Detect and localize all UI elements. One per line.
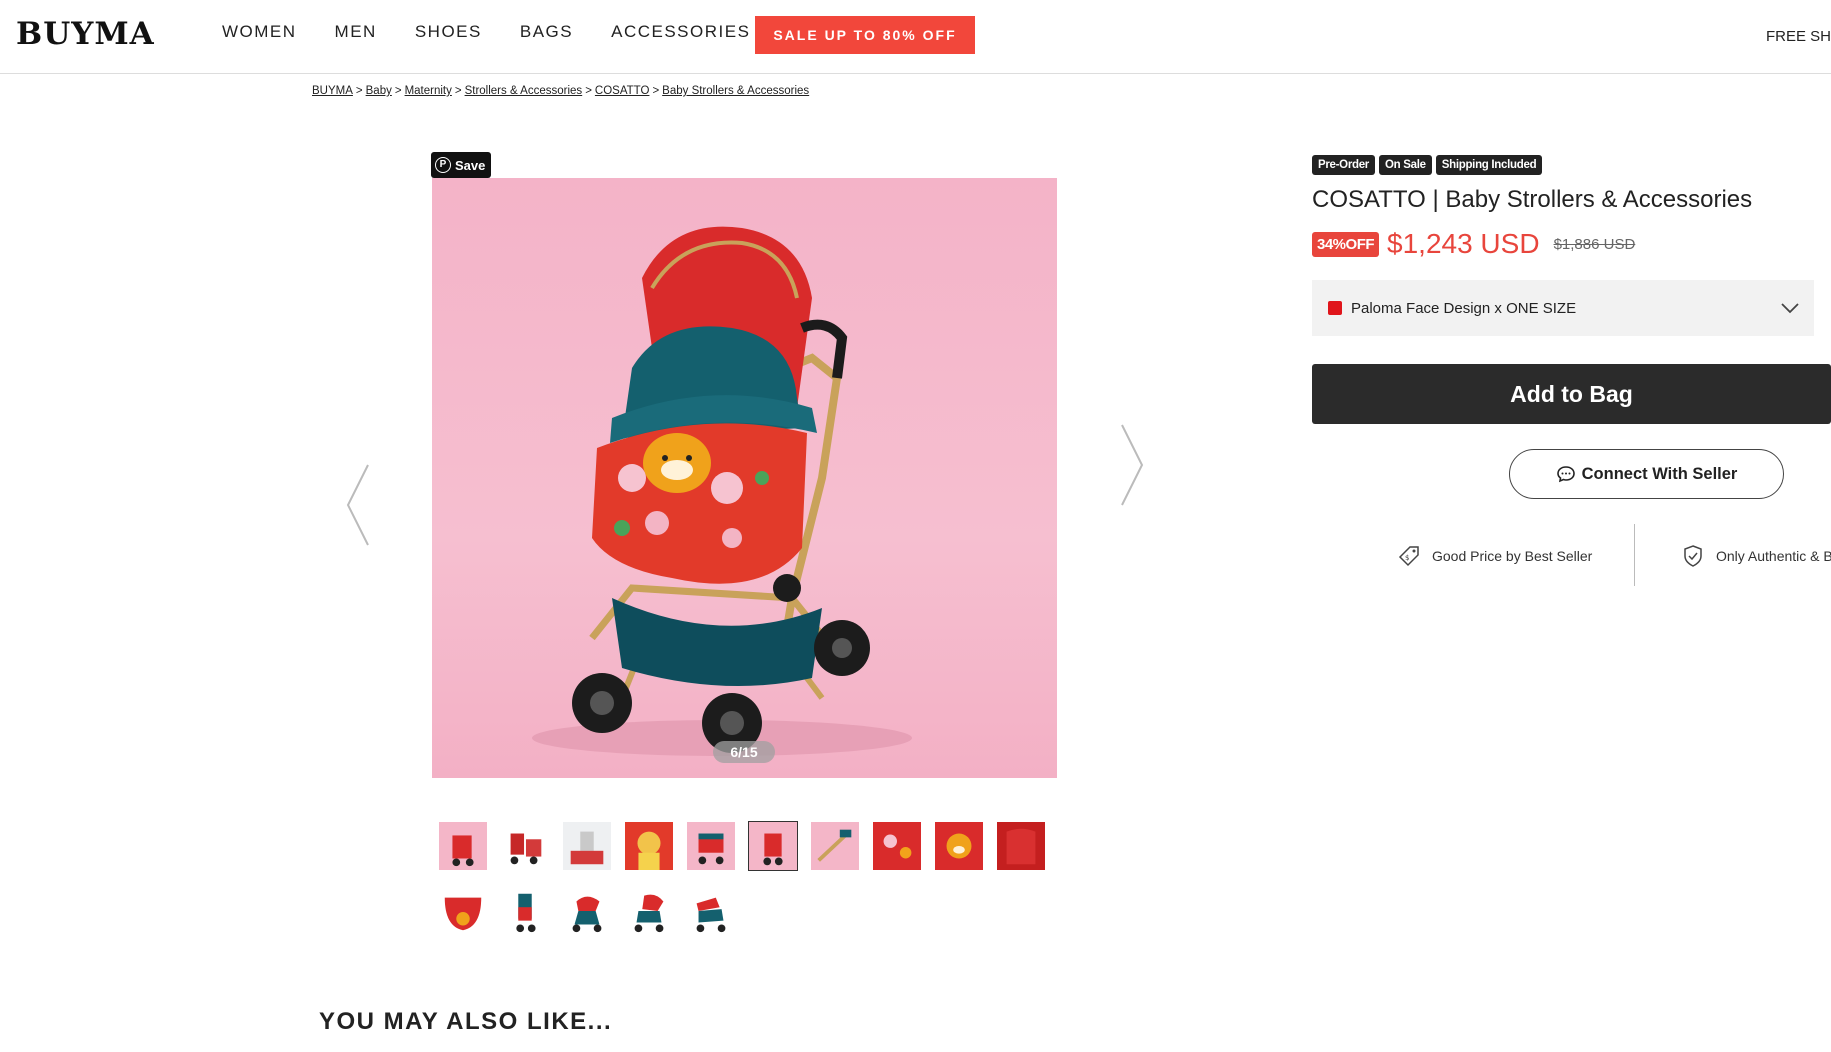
thumbnail-11[interactable]: [438, 887, 488, 937]
perk-divider: [1634, 524, 1635, 586]
breadcrumb-maternity[interactable]: Maternity: [405, 85, 452, 97]
save-label: Save: [455, 157, 486, 173]
image-counter: 6/15: [713, 741, 775, 763]
badge-on-sale: On Sale: [1379, 155, 1432, 175]
nav-accessories[interactable]: ACCESSORIES: [611, 22, 750, 42]
add-to-bag-button[interactable]: Add to Bag: [1312, 364, 1831, 424]
thumbnail-5[interactable]: [686, 821, 736, 871]
thumbnail-10[interactable]: [996, 821, 1046, 871]
badge-pre-order: Pre-Order: [1312, 155, 1375, 175]
chat-icon: [1556, 466, 1575, 483]
thumbnail-4[interactable]: [624, 821, 674, 871]
breadcrumb-baby-strollers[interactable]: Baby Strollers & Accessories: [662, 85, 809, 97]
product-title: COSATTO | Baby Strollers & Accessories: [1312, 186, 1753, 213]
free-shipping-text: FREE SHIP: [1766, 28, 1831, 45]
thumbnail-15[interactable]: [686, 887, 736, 937]
thumbnail-14[interactable]: [624, 887, 674, 937]
thumbnail-12[interactable]: [500, 887, 550, 937]
thumbnail-7[interactable]: [810, 821, 860, 871]
sale-price: $1,243 USD: [1387, 228, 1540, 259]
nav-men[interactable]: MEN: [335, 22, 377, 42]
breadcrumb: BUYMA > Baby > Maternity > Strollers & Accesso…: [312, 85, 810, 97]
thumbnail-13[interactable]: [562, 887, 612, 937]
pinterest-icon: P: [435, 157, 451, 173]
recommendations-heading: YOU MAY ALSO LIKE...: [319, 1008, 613, 1035]
variant-select[interactable]: Paloma Face Design x ONE SIZE: [1312, 280, 1814, 336]
price-row: 34%OFF $1,243 USD $1,886 USD: [1312, 228, 1635, 260]
nav-bags[interactable]: BAGS: [520, 22, 573, 42]
thumbnail-1[interactable]: [438, 821, 488, 871]
chevron-down-icon: [1781, 303, 1799, 314]
site-header: BUYMA WOMEN MEN SHOES BAGS ACCESSORIES S…: [0, 0, 1831, 74]
variant-label: Paloma Face Design x ONE SIZE: [1351, 299, 1577, 317]
buyma-logo[interactable]: BUYMA: [16, 16, 155, 52]
nav-shoes[interactable]: SHOES: [415, 22, 482, 42]
thumbnail-9[interactable]: [934, 821, 984, 871]
prev-image-arrow-icon[interactable]: [338, 460, 378, 550]
product-badges: Pre-Order On Sale Shipping Included: [1312, 155, 1543, 175]
sale-banner-button[interactable]: SALE UP TO 80% OFF: [755, 16, 975, 54]
connect-with-seller-button[interactable]: Connect With Seller: [1509, 449, 1784, 499]
price-tag-icon: $: [1398, 546, 1419, 567]
original-price: $1,886 USD: [1553, 235, 1636, 253]
main-nav: WOMEN MEN SHOES BAGS ACCESSORIES: [222, 22, 750, 42]
discount-badge: 34%OFF: [1312, 231, 1380, 257]
connect-label: Connect With Seller: [1581, 464, 1738, 483]
shield-check-icon: [1684, 545, 1702, 567]
breadcrumb-buyma[interactable]: BUYMA: [312, 85, 353, 97]
product-main-image[interactable]: 6/15: [432, 178, 1057, 778]
perk-good-price-label: Good Price by Best Seller: [1432, 548, 1593, 564]
badge-shipping-included: Shipping Included: [1435, 155, 1543, 175]
thumbnail-6[interactable]: [748, 821, 798, 871]
perk-good-price: $ Good Price by Best Seller: [1396, 543, 1592, 569]
thumbnail-3[interactable]: [562, 821, 612, 871]
next-image-arrow-icon[interactable]: [1112, 420, 1152, 510]
thumbnail-8[interactable]: [872, 821, 922, 871]
nav-women[interactable]: WOMEN: [222, 22, 297, 42]
svg-text:$: $: [1405, 554, 1409, 562]
color-swatch: [1328, 301, 1342, 315]
stroller-image: [532, 226, 912, 756]
perk-authentic: Only Authentic & B: [1680, 543, 1831, 569]
breadcrumb-cosatto[interactable]: COSATTO: [595, 85, 650, 97]
perk-authentic-label: Only Authentic & B: [1716, 548, 1831, 564]
thumbnail-strip: [438, 821, 1068, 937]
pinterest-save-button[interactable]: P Save: [431, 152, 492, 178]
breadcrumb-baby[interactable]: Baby: [366, 85, 392, 97]
breadcrumb-strollers[interactable]: Strollers & Accessories: [465, 85, 583, 97]
thumbnail-2[interactable]: [500, 821, 550, 871]
